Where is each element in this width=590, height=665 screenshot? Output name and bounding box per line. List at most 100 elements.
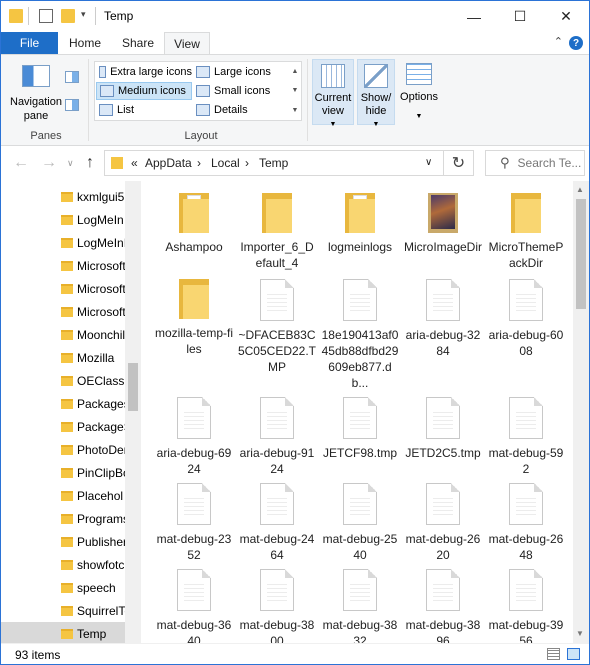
help-icon[interactable]: ?	[569, 36, 583, 50]
address-bar[interactable]: « AppData › Local › Temp ∨	[104, 150, 444, 176]
tree-scrollbar[interactable]	[125, 181, 141, 643]
scroll-up-icon[interactable]: ▲	[576, 185, 584, 194]
refresh-button[interactable]: ↻	[444, 150, 474, 176]
tree-item[interactable]: LogMeIn	[1, 208, 125, 231]
file-item[interactable]: aria-debug-9124	[237, 397, 317, 477]
new-folder-icon[interactable]	[61, 9, 75, 23]
file-icon	[509, 279, 543, 321]
options-button[interactable]: Options ▼	[397, 59, 441, 125]
tree-item[interactable]: PinClipBo	[1, 461, 125, 484]
tab-share[interactable]: Share	[113, 32, 163, 54]
maximize-button[interactable]: ☐	[497, 1, 543, 32]
file-item[interactable]: MicroThemePackDir	[486, 193, 566, 271]
tree-item[interactable]: PhotoDer	[1, 438, 125, 461]
file-item[interactable]: aria-debug-6008	[486, 279, 566, 359]
file-icon	[343, 397, 377, 439]
file-item[interactable]: MicroImageDir	[403, 193, 483, 255]
address-overflow[interactable]: «	[131, 156, 138, 170]
content-scrollbar[interactable]: ▲ ▼	[573, 181, 589, 643]
layout-large-icons[interactable]: Large icons	[193, 63, 289, 81]
file-item[interactable]: JETD2C5.tmp	[403, 397, 483, 461]
breadcrumb-separator: ›	[245, 156, 249, 170]
layout-gallery-scroll[interactable]: ▲ ▼ ▼	[289, 62, 301, 120]
current-view-button[interactable]: Current view ▼	[312, 59, 354, 128]
tree-item[interactable]: Microsoft	[1, 277, 125, 300]
file-item[interactable]: mat-debug-2540	[320, 483, 400, 563]
file-item[interactable]: mat-debug-2648	[486, 483, 566, 563]
current-view-label: Current view	[314, 92, 352, 117]
tab-file[interactable]: File	[1, 32, 58, 54]
quick-access-dropdown-icon[interactable]: ▾	[81, 9, 86, 20]
breadcrumb-local[interactable]: Local	[211, 156, 240, 170]
tree-item[interactable]: PackageS	[1, 415, 125, 438]
scroll-down-icon[interactable]: ▼	[576, 629, 584, 638]
medium-icons-icon	[100, 85, 114, 97]
navigation-pane-button[interactable]: Navigation pane	[7, 61, 65, 123]
file-item[interactable]: mat-debug-2464	[237, 483, 317, 563]
file-item[interactable]: mat-debug-3956	[486, 569, 566, 643]
search-input[interactable]: ⚲ Search Te...	[485, 150, 585, 176]
tree-item[interactable]: SquirrelTe	[1, 599, 125, 622]
file-item[interactable]: logmeinlogs	[320, 193, 400, 255]
breadcrumb-temp[interactable]: Temp	[259, 156, 288, 170]
layout-medium-icons[interactable]: Medium icons	[96, 82, 192, 100]
tree-item[interactable]: Publisher	[1, 530, 125, 553]
file-icon	[426, 279, 460, 321]
tree-item[interactable]: speech	[1, 576, 125, 599]
tree-item[interactable]: Placehol	[1, 484, 125, 507]
chevron-down-icon[interactable]: ▼	[292, 87, 299, 94]
show-hide-button[interactable]: Show/ hide ▼	[357, 59, 395, 128]
layout-list[interactable]: List	[96, 101, 192, 119]
file-item[interactable]: 18e190413af045db88dfbd29609eb877.db...	[320, 279, 400, 391]
file-item[interactable]: aria-debug-3284	[403, 279, 483, 359]
file-item[interactable]: mozilla-temp-files	[154, 279, 234, 357]
close-button[interactable]: ✕	[543, 1, 589, 32]
layout-details[interactable]: Details	[193, 101, 289, 119]
details-pane-button[interactable]	[65, 99, 79, 111]
tree-item[interactable]: LogMeInI	[1, 231, 125, 254]
layout-extra-large-icons[interactable]: Extra large icons	[96, 63, 192, 81]
up-arrow-icon[interactable]: ↑	[86, 154, 94, 172]
layout-small-icons[interactable]: Small icons	[193, 82, 289, 100]
collapse-ribbon-icon[interactable]: ⌃	[554, 35, 563, 48]
tab-view[interactable]: View	[164, 32, 210, 54]
chevron-up-icon[interactable]: ▲	[292, 68, 299, 75]
tree-item[interactable]: Programs	[1, 507, 125, 530]
tree-item[interactable]: Moonchil	[1, 323, 125, 346]
file-item[interactable]: Importer_6_Default_4	[237, 193, 317, 271]
file-item[interactable]: mat-debug-3640	[154, 569, 234, 643]
file-item[interactable]: mat-debug-592	[486, 397, 566, 477]
address-dropdown-icon[interactable]: ∨	[425, 157, 432, 168]
file-item[interactable]: mat-debug-2352	[154, 483, 234, 563]
tree-scroll-thumb[interactable]	[128, 363, 138, 411]
tree-item[interactable]: Microsoft	[1, 300, 125, 323]
file-item[interactable]: Ashampoo	[154, 193, 234, 255]
tree-item[interactable]: showfotc	[1, 553, 125, 576]
properties-icon[interactable]	[39, 9, 53, 23]
file-item[interactable]: ~DFACEB83C5C05CED22.TMP	[237, 279, 317, 375]
back-arrow-icon[interactable]: ←	[13, 154, 29, 172]
tab-home[interactable]: Home	[59, 32, 111, 54]
content-scroll-thumb[interactable]	[576, 199, 586, 309]
expand-gallery-icon[interactable]: ▼	[292, 107, 299, 114]
recent-locations-icon[interactable]: ∨	[67, 158, 74, 169]
tree-item-selected[interactable]: Temp	[1, 622, 125, 643]
tree-item[interactable]: kxmlgui5	[1, 185, 125, 208]
tree-item[interactable]: OEClassic	[1, 369, 125, 392]
file-item[interactable]: mat-debug-3832	[320, 569, 400, 643]
file-item[interactable]: aria-debug-6924	[154, 397, 234, 477]
preview-pane-button[interactable]	[65, 71, 79, 83]
file-item[interactable]: mat-debug-3896	[403, 569, 483, 643]
group-divider	[88, 59, 89, 141]
minimize-button[interactable]: —	[451, 1, 497, 32]
tree-item[interactable]: Microsoft	[1, 254, 125, 277]
file-item[interactable]: mat-debug-2620	[403, 483, 483, 563]
large-icons-view-icon[interactable]	[567, 648, 580, 660]
details-view-icon[interactable]	[547, 648, 560, 660]
file-item[interactable]: mat-debug-3800	[237, 569, 317, 643]
breadcrumb-appdata[interactable]: AppData	[145, 156, 192, 170]
forward-arrow-icon[interactable]: →	[41, 154, 57, 172]
file-item[interactable]: JETCF98.tmp	[320, 397, 400, 461]
tree-item[interactable]: Packages	[1, 392, 125, 415]
tree-item[interactable]: Mozilla	[1, 346, 125, 369]
